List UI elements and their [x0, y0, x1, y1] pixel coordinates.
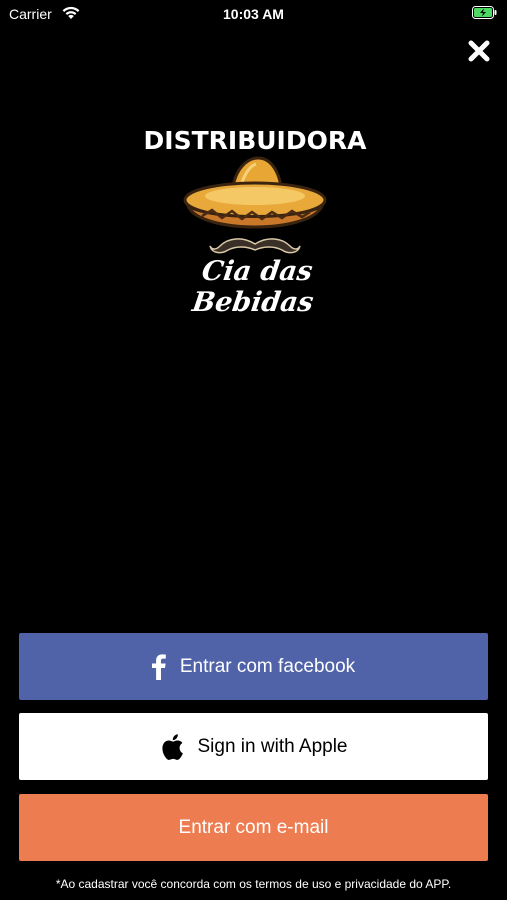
apple-signin-button[interactable]: Sign in with Apple [19, 713, 488, 780]
apple-signin-label: Sign in with Apple [197, 735, 348, 757]
close-button[interactable] [464, 38, 494, 68]
logo-subtitle: Cia das Bebidas [190, 256, 316, 318]
email-login-label: Entrar com e-mail [178, 816, 329, 838]
email-login-button[interactable]: Entrar com e-mail [19, 794, 488, 861]
status-bar: Carrier 10:03 AM [0, 0, 507, 28]
terms-notice: *Ao cadastrar você concorda com os termo… [55, 877, 452, 891]
brand-logo: DISTRIBUIDORA Cia das Bebidas [140, 118, 370, 318]
facebook-icon [151, 653, 166, 680]
facebook-login-label: Entrar com facebook [179, 655, 356, 677]
close-icon [468, 40, 490, 67]
apple-icon [160, 733, 184, 761]
sombrero-icon [183, 156, 327, 254]
facebook-login-button[interactable]: Entrar com facebook [19, 633, 488, 700]
battery-charging-icon [472, 6, 497, 19]
status-time: 10:03 AM [223, 6, 284, 22]
